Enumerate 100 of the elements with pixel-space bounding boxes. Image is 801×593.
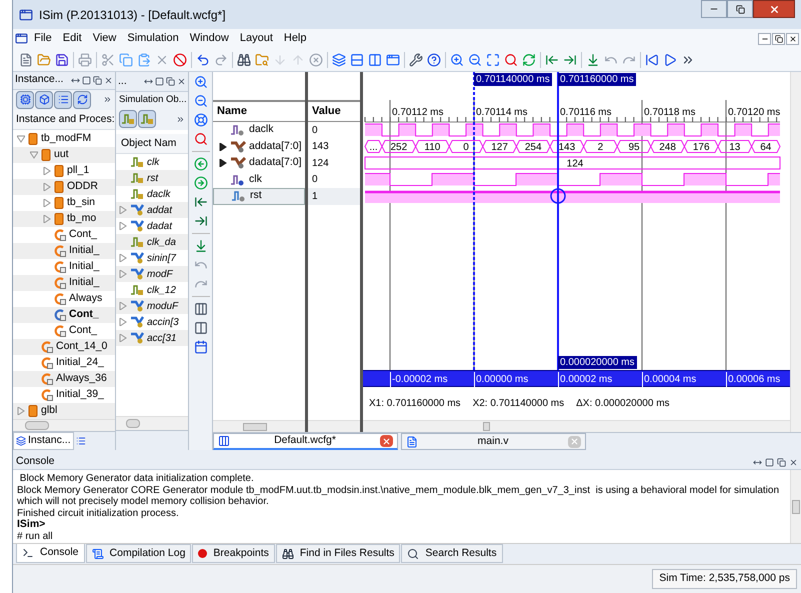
zoom-out-icon[interactable]	[194, 94, 208, 108]
object-item[interactable]: rst	[116, 170, 188, 186]
menu-item[interactable]: Simulation	[122, 30, 184, 47]
tile-vertical-icon[interactable]	[368, 52, 382, 66]
scrollbar-thumb[interactable]	[483, 422, 490, 431]
copy-icon[interactable]	[119, 52, 133, 66]
window-icon[interactable]	[386, 52, 400, 66]
run-icon[interactable]	[563, 52, 577, 66]
signal-name[interactable]: dadata[7:0]	[213, 155, 305, 172]
previous-marker-icon[interactable]	[194, 157, 208, 171]
restore-button[interactable]	[772, 32, 785, 44]
paste-icon[interactable]	[137, 52, 151, 66]
close-button[interactable]	[786, 32, 799, 44]
column-header[interactable]: Name	[213, 102, 305, 122]
menu-item[interactable]: Window	[184, 30, 234, 47]
toolbar-toggle[interactable]	[16, 90, 34, 109]
filter-toggle[interactable]	[138, 110, 156, 128]
swap-cursors-icon[interactable]	[194, 302, 208, 316]
go-start-icon[interactable]	[194, 195, 208, 209]
scrollbar[interactable]	[13, 418, 115, 431]
maximize-icon[interactable]	[765, 458, 774, 466]
next-marker-icon[interactable]	[194, 176, 208, 190]
scrollbar[interactable]	[213, 420, 305, 432]
object-item[interactable]: clk_12	[116, 282, 188, 298]
tree-item[interactable]: Cont_	[13, 306, 115, 323]
restore-icon[interactable]	[93, 76, 102, 85]
menu-item[interactable]: File	[29, 30, 57, 47]
float-icon[interactable]	[71, 76, 80, 85]
object-item[interactable]: addat	[116, 202, 188, 218]
float-icon[interactable]	[753, 458, 762, 466]
restore-button[interactable]	[727, 0, 753, 18]
document-icon[interactable]	[15, 32, 28, 45]
menu-item[interactable]: Edit	[58, 30, 87, 47]
zoom-fit-icon[interactable]	[194, 113, 208, 127]
scrollbar-thumb[interactable]	[126, 419, 140, 428]
clear-icon[interactable]	[309, 52, 323, 66]
tree-item[interactable]: Cont_	[13, 226, 115, 243]
signal-name[interactable]: rst	[213, 188, 305, 204]
tree-item[interactable]: ODDR	[13, 178, 115, 195]
scrollbar[interactable]	[363, 420, 790, 432]
object-item[interactable]: acc[31	[116, 330, 188, 346]
document-tab[interactable]: Default.wcfg*	[213, 433, 398, 450]
cut-icon[interactable]	[101, 52, 115, 66]
tree-item[interactable]: Cont_14_0	[13, 338, 115, 355]
menu-item[interactable]: Help	[278, 30, 312, 47]
play-icon[interactable]	[663, 52, 677, 66]
search-icon[interactable]	[504, 52, 518, 66]
console-tab[interactable]: Console	[16, 544, 85, 563]
tree-item[interactable]: Always_36	[13, 370, 115, 387]
console-tab[interactable]: Search Results	[401, 544, 503, 563]
object-item[interactable]: dadat	[116, 218, 188, 234]
tree-item[interactable]: Always	[13, 290, 115, 307]
object-item[interactable]: accin[3	[116, 314, 188, 330]
collapse-icon[interactable]	[30, 150, 38, 159]
object-item[interactable]: moduF	[116, 298, 188, 314]
tree-item[interactable]: tb_modFM	[13, 130, 115, 147]
tree-item[interactable]: uut	[13, 146, 115, 163]
minimize-button[interactable]	[758, 32, 771, 44]
undo-icon[interactable]	[196, 52, 210, 66]
zoom-cursor-icon[interactable]	[194, 132, 208, 146]
signal-name[interactable]: clk	[213, 172, 305, 188]
toolbar-toggle[interactable]	[54, 90, 72, 109]
toolbar-toggle[interactable]	[73, 90, 91, 109]
refresh-icon[interactable]	[522, 52, 536, 66]
object-item[interactable]: clk	[116, 154, 188, 170]
help-icon[interactable]	[427, 52, 441, 66]
tree-item[interactable]: tb_mo	[13, 210, 115, 227]
console-tab[interactable]: Breakpoints	[192, 544, 275, 563]
close-icon[interactable]	[177, 77, 186, 86]
tree-item[interactable]: tb_sin	[13, 194, 115, 211]
document-tab[interactable]: main.v	[401, 433, 586, 450]
column-header[interactable]: Value	[308, 102, 360, 122]
restore-icon[interactable]	[777, 458, 786, 466]
step-icon[interactable]	[586, 52, 600, 66]
object-item[interactable]: sinin[7	[116, 250, 188, 266]
panel-tab[interactable]: Instanc...	[13, 432, 74, 450]
object-item[interactable]: modF	[116, 266, 188, 282]
scrollbar-thumb[interactable]	[243, 422, 267, 430]
tree-item[interactable]: Initial_39_	[13, 386, 115, 403]
maximize-icon[interactable]	[82, 76, 91, 85]
collapse-icon[interactable]	[17, 134, 25, 143]
more-icon[interactable]	[103, 95, 112, 104]
close-icon[interactable]	[789, 458, 798, 466]
tree-item[interactable]: pll_1	[13, 162, 115, 179]
zoom-out-icon[interactable]	[468, 52, 482, 66]
wrench-icon[interactable]	[409, 52, 423, 66]
tree-item[interactable]: Cont_	[13, 322, 115, 339]
zoom-in-icon[interactable]	[450, 52, 464, 66]
console-tab[interactable]: Compilation Log	[86, 544, 192, 563]
object-item[interactable]: daclk	[116, 186, 188, 202]
float-icon[interactable]	[144, 77, 153, 86]
zoom-fit-icon[interactable]	[486, 52, 500, 66]
scrollbar[interactable]	[790, 72, 801, 432]
scrollbar-thumb[interactable]	[792, 500, 800, 514]
console-tab[interactable]: Find in Files Results	[276, 544, 400, 563]
tree-item[interactable]: Initial_	[13, 242, 115, 259]
object-item[interactable]: clk_da	[116, 234, 188, 250]
filter-toggle[interactable]	[119, 110, 137, 128]
maximize-icon[interactable]	[155, 77, 164, 86]
close-icon[interactable]	[104, 76, 113, 85]
